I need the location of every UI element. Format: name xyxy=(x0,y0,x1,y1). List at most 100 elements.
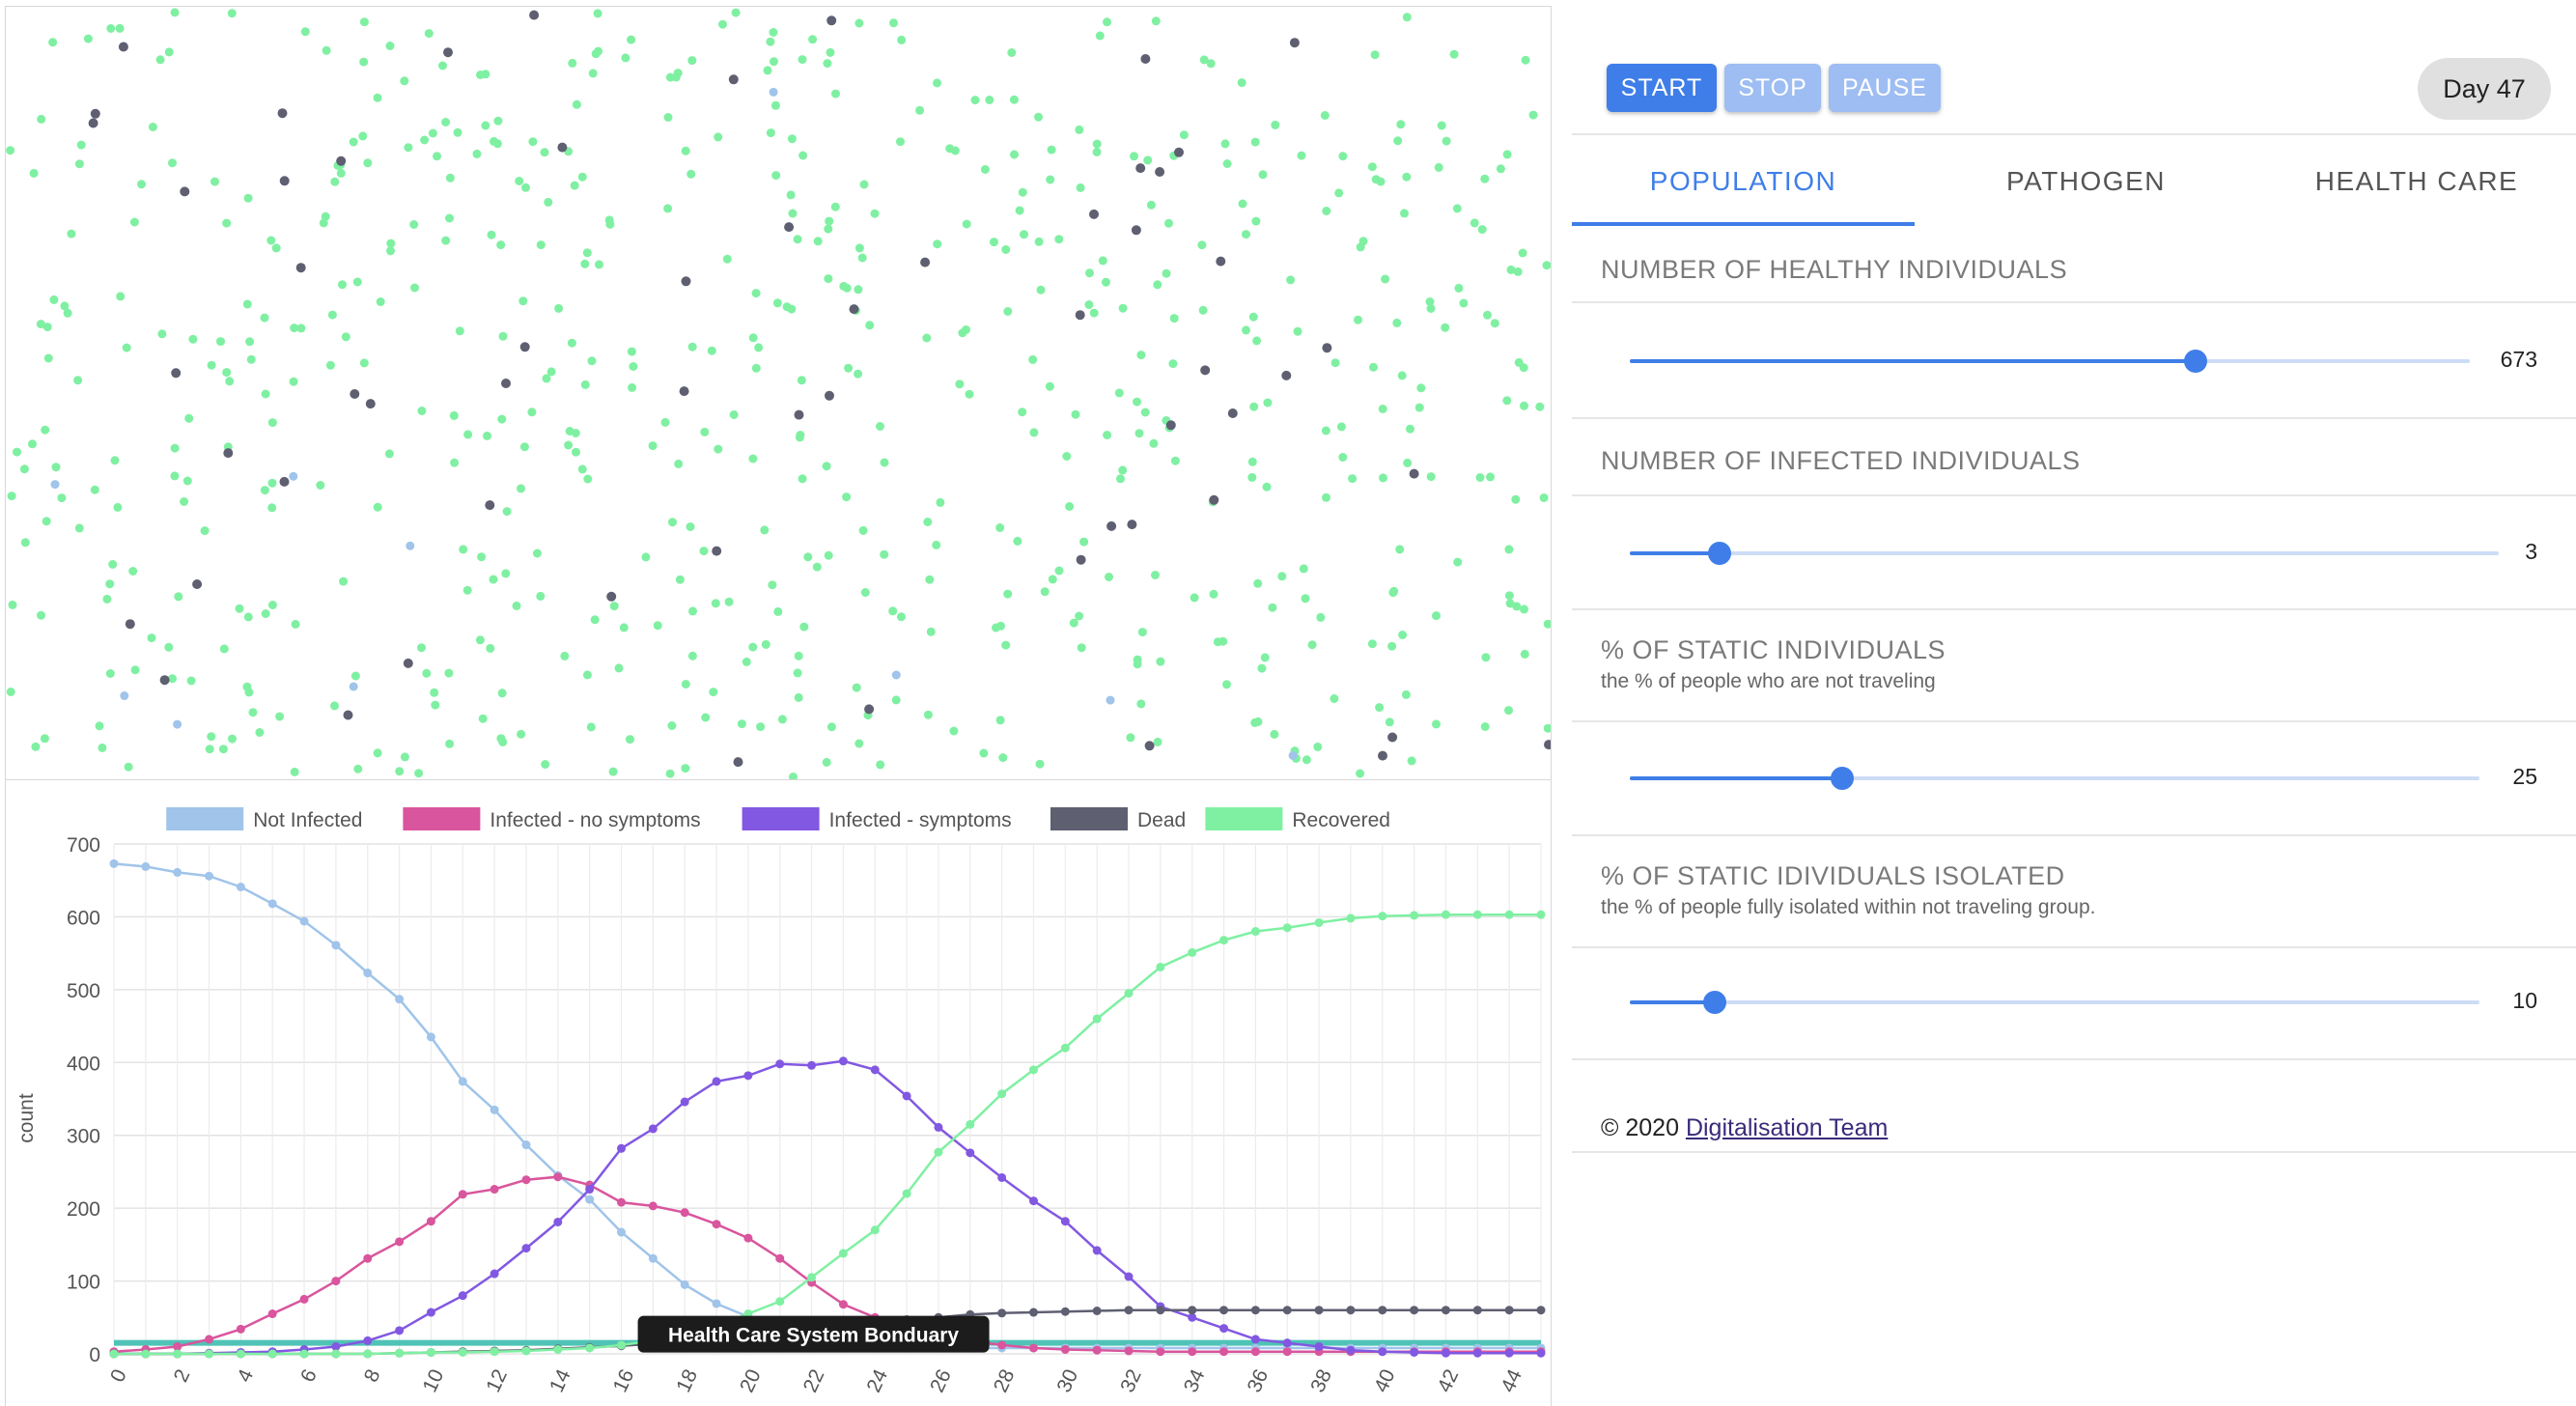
recovered-dot xyxy=(1518,248,1527,258)
annotation-text: Health Care System Bonduary xyxy=(668,1325,959,1347)
recovered-dot xyxy=(1250,137,1260,147)
recovered-dot xyxy=(1441,323,1450,332)
team-link[interactable]: Digitalisation Team xyxy=(1686,1114,1888,1141)
recovered-dot xyxy=(852,683,861,692)
recovered-dot xyxy=(1348,474,1358,484)
recovered-dot xyxy=(147,633,156,643)
legend-label: Not Infected xyxy=(253,809,362,831)
recovered-dot xyxy=(51,463,61,472)
recovered-dot xyxy=(565,427,574,436)
tab-pathogen[interactable]: PATHOGEN xyxy=(1915,147,2257,216)
recovered-dot xyxy=(200,526,210,536)
tab-health-care[interactable]: HEALTH CARE xyxy=(2257,147,2576,216)
recovered-dot xyxy=(106,24,116,33)
dead-dot xyxy=(849,304,859,315)
controls-panel: START STOP PAUSE Day 47 POPULATION PATHO… xyxy=(1553,0,2576,1406)
start-button[interactable]: START xyxy=(1607,64,1717,112)
legend-swatch xyxy=(403,807,481,830)
data-point xyxy=(1219,1324,1229,1334)
recovered-dot xyxy=(567,338,576,348)
dead-dot xyxy=(1106,520,1117,531)
y-axis-label: count xyxy=(15,1093,38,1143)
series-not-infected xyxy=(109,858,1546,1353)
recovered-dot xyxy=(498,331,508,341)
recovered-dot xyxy=(1414,403,1424,412)
healthy-individuals-value: 673 xyxy=(2500,347,2537,372)
data-point xyxy=(1346,914,1356,923)
recovered-dot xyxy=(400,752,409,762)
data-point xyxy=(807,1060,817,1070)
recovered-dot xyxy=(6,146,15,155)
recovered-dot xyxy=(363,158,373,168)
recovered-dot xyxy=(1322,207,1331,215)
recovered-dot xyxy=(770,57,778,67)
isolated-individuals-slider[interactable] xyxy=(1630,988,2479,1017)
recovered-dot xyxy=(395,767,405,776)
recovered-dot xyxy=(316,481,325,490)
recovered-dot xyxy=(483,431,491,440)
legend-item[interactable]: Not Infected xyxy=(166,807,362,831)
not-infected-dot xyxy=(50,480,60,490)
slider-thumb[interactable] xyxy=(1831,767,1854,790)
dead-dot xyxy=(125,619,135,630)
legend-item[interactable]: Recovered xyxy=(1205,807,1390,831)
recovered-dot xyxy=(629,362,638,371)
recovered-dot xyxy=(842,492,852,502)
stop-button[interactable]: STOP xyxy=(1724,64,1821,112)
recovered-dot xyxy=(1320,111,1330,120)
legend-item[interactable]: Dead xyxy=(1050,807,1186,831)
recovered-dot xyxy=(445,173,455,183)
data-point xyxy=(617,1340,627,1350)
recovered-dot xyxy=(1258,170,1268,180)
simulation-canvas xyxy=(5,6,1552,780)
static-individuals-value: 25 xyxy=(2512,764,2537,789)
recovered-dot xyxy=(1149,438,1159,448)
recovered-dot xyxy=(822,462,831,471)
legend-item[interactable]: Infected - symptoms xyxy=(742,807,1012,831)
recovered-dot xyxy=(897,35,907,44)
recovered-dot xyxy=(438,61,447,70)
recovered-dot xyxy=(962,219,971,229)
data-point xyxy=(1346,1345,1356,1355)
dead-dot xyxy=(118,42,128,52)
recovered-dot xyxy=(1286,275,1296,285)
healthy-individuals-slider[interactable] xyxy=(1630,347,2470,376)
slider-thumb[interactable] xyxy=(2183,350,2207,373)
legend-item[interactable]: Infected - no symptoms xyxy=(403,807,701,831)
pause-button[interactable]: PAUSE xyxy=(1829,64,1941,112)
slider-thumb[interactable] xyxy=(1703,991,1726,1014)
dead-dot xyxy=(1409,468,1419,479)
slider-thumb[interactable] xyxy=(1707,542,1731,565)
recovered-dot xyxy=(588,69,598,78)
data-point xyxy=(997,1172,1007,1182)
recovered-dot xyxy=(245,337,255,347)
recovered-dot xyxy=(1153,737,1162,746)
infected-individuals-slider[interactable] xyxy=(1630,539,2499,568)
recovered-dot xyxy=(521,183,530,192)
recovered-dot xyxy=(1238,199,1247,209)
not-infected-dot xyxy=(1106,695,1115,705)
divider xyxy=(1572,301,2576,303)
recovered-dot xyxy=(410,283,419,293)
dead-dot xyxy=(1127,520,1137,530)
y-tick-label: 200 xyxy=(67,1198,100,1221)
recovered-dot xyxy=(518,296,528,306)
recovered-dot xyxy=(572,99,581,109)
recovered-dot xyxy=(95,721,104,731)
recovered-dot xyxy=(1035,759,1045,769)
recovered-dot xyxy=(261,609,270,618)
recovered-dot xyxy=(1249,402,1259,411)
data-point xyxy=(299,916,309,926)
day-counter-badge: Day 47 xyxy=(2418,58,2551,120)
recovered-dot xyxy=(1071,409,1080,419)
static-individuals-slider[interactable] xyxy=(1630,764,2479,793)
divider xyxy=(1572,946,2576,948)
recovered-dot xyxy=(1222,159,1232,168)
tab-population[interactable]: POPULATION xyxy=(1572,147,1915,216)
recovered-dot xyxy=(428,128,437,138)
recovered-dot xyxy=(219,644,229,654)
recovered-dot xyxy=(83,34,93,43)
dead-dot xyxy=(920,257,931,267)
data-point xyxy=(1219,1347,1229,1357)
recovered-dot xyxy=(788,209,798,218)
